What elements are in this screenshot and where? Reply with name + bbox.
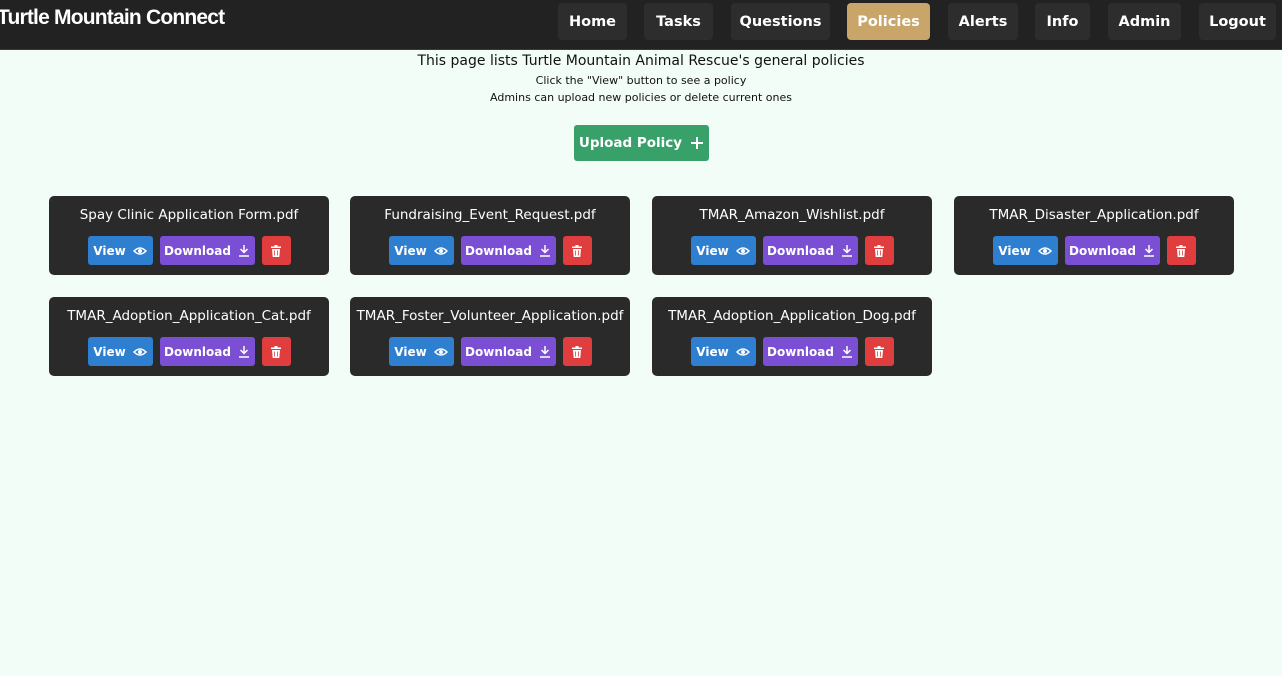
nav-info-button[interactable]: Info: [1035, 3, 1090, 40]
view-instruction-text: Click the "View" button to see a policy: [535, 74, 747, 87]
download-label: Download: [164, 243, 231, 258]
download-button[interactable]: Download: [159, 337, 255, 366]
brand-title: Turtle Mountain Connect: [0, 6, 225, 29]
eye-icon: [433, 347, 448, 357]
policy-card: Spay Clinic Application Form.pdf View Down…: [49, 196, 329, 275]
download-icon: [1143, 244, 1155, 257]
nav-tasks-button[interactable]: Tasks: [644, 3, 713, 40]
delete-button[interactable]: [261, 236, 291, 265]
download-icon: [841, 244, 853, 257]
download-icon: [238, 244, 250, 257]
nav-alerts-button[interactable]: Alerts: [948, 3, 1018, 40]
policy-card: TMAR_Adoption_Application_Dog.pdf View Dow…: [652, 297, 932, 376]
policy-filename: TMAR_Adoption_Application_Cat.pdf: [67, 308, 311, 324]
trash-icon: [1176, 244, 1186, 257]
eye-icon: [132, 246, 147, 256]
delete-button[interactable]: [261, 337, 291, 366]
eye-icon: [735, 347, 750, 357]
trash-icon: [572, 345, 582, 358]
view-label: View: [394, 243, 427, 258]
policy-actions: View Download: [652, 337, 932, 366]
download-label: Download: [465, 243, 532, 258]
view-button[interactable]: View: [388, 337, 454, 366]
download-button[interactable]: Download: [1064, 236, 1160, 265]
view-button[interactable]: View: [87, 337, 153, 366]
policy-filename: TMAR_Amazon_Wishlist.pdf: [699, 207, 885, 223]
delete-button[interactable]: [562, 337, 592, 366]
view-button[interactable]: View: [690, 337, 756, 366]
trash-icon: [572, 244, 582, 257]
upload-policy-button[interactable]: Upload Policy: [574, 125, 709, 161]
nav-policies-button[interactable]: Policies: [847, 3, 930, 40]
policy-card: TMAR_Adoption_Application_Cat.pdf View Dow…: [49, 297, 329, 376]
policy-card: Fundraising_Event_Request.pdf View Downloa…: [350, 196, 630, 275]
trash-icon: [874, 345, 884, 358]
page-description: This page lists Turtle Mountain Animal R…: [417, 53, 865, 69]
eye-icon: [433, 246, 448, 256]
view-label: View: [696, 344, 729, 359]
policy-filename: TMAR_Foster_Volunteer_Application.pdf: [356, 308, 624, 324]
navbar: Turtle Mountain Connect Home Tasks Quest…: [0, 0, 1282, 50]
download-button[interactable]: Download: [460, 337, 556, 366]
eye-icon: [735, 246, 750, 256]
trash-icon: [271, 345, 281, 358]
delete-button[interactable]: [562, 236, 592, 265]
download-label: Download: [465, 344, 532, 359]
download-label: Download: [1069, 243, 1136, 258]
download-icon: [539, 345, 551, 358]
nav-questions-button[interactable]: Questions: [731, 3, 830, 40]
policy-actions: View Download: [49, 236, 329, 265]
view-label: View: [394, 344, 427, 359]
plus-icon: [690, 136, 704, 150]
policy-actions: View Download: [954, 236, 1234, 265]
policy-filename: Spay Clinic Application Form.pdf: [79, 207, 299, 223]
download-button[interactable]: Download: [762, 337, 858, 366]
policy-actions: View Download: [350, 337, 630, 366]
view-button[interactable]: View: [690, 236, 756, 265]
view-button[interactable]: View: [388, 236, 454, 265]
policy-card: TMAR_Disaster_Application.pdf View Downloa…: [954, 196, 1234, 275]
download-label: Download: [767, 243, 834, 258]
download-icon: [841, 345, 853, 358]
policy-filename: Fundraising_Event_Request.pdf: [384, 207, 596, 223]
nav-logout-button[interactable]: Logout: [1199, 3, 1276, 40]
download-icon: [539, 244, 551, 257]
nav-admin-button[interactable]: Admin: [1108, 3, 1181, 40]
policy-filename: TMAR_Disaster_Application.pdf: [989, 207, 1199, 223]
policy-actions: View Download: [350, 236, 630, 265]
nav-home-button[interactable]: Home: [558, 3, 627, 40]
delete-button[interactable]: [1166, 236, 1196, 265]
download-icon: [238, 345, 250, 358]
delete-button[interactable]: [864, 337, 894, 366]
admin-instruction-text: Admins can upload new policies or delete…: [490, 91, 792, 104]
trash-icon: [271, 244, 281, 257]
download-button[interactable]: Download: [762, 236, 858, 265]
policy-card: TMAR_Foster_Volunteer_Application.pdf Vie…: [350, 297, 630, 376]
download-label: Download: [164, 344, 231, 359]
trash-icon: [874, 244, 884, 257]
policy-actions: View Download: [49, 337, 329, 366]
policy-filename: TMAR_Adoption_Application_Dog.pdf: [668, 308, 916, 324]
view-button[interactable]: View: [87, 236, 153, 265]
policy-actions: View Download: [652, 236, 932, 265]
delete-button[interactable]: [864, 236, 894, 265]
download-button[interactable]: Download: [159, 236, 255, 265]
view-label: View: [93, 344, 126, 359]
eye-icon: [1037, 246, 1052, 256]
eye-icon: [132, 347, 147, 357]
view-button[interactable]: View: [992, 236, 1058, 265]
view-label: View: [93, 243, 126, 258]
download-label: Download: [767, 344, 834, 359]
upload-policy-label: Upload Policy: [578, 135, 683, 151]
view-label: View: [696, 243, 729, 258]
view-label: View: [998, 243, 1031, 258]
policy-card: TMAR_Amazon_Wishlist.pdf View Download: [652, 196, 932, 275]
download-button[interactable]: Download: [460, 236, 556, 265]
